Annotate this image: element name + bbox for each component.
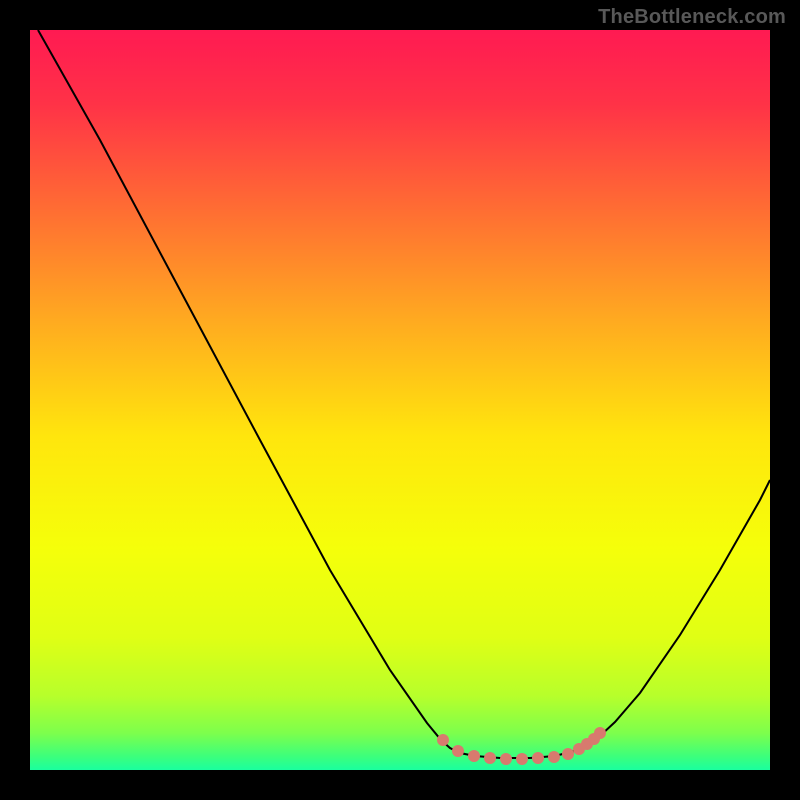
optimal-point [594,727,606,739]
optimal-point [484,752,496,764]
optimal-point [437,734,449,746]
bottleneck-chart [0,0,800,800]
optimal-point [468,750,480,762]
optimal-point [562,748,574,760]
optimal-point [548,751,560,763]
plot-background [30,30,770,770]
optimal-point [516,753,528,765]
optimal-point [452,745,464,757]
optimal-point [532,752,544,764]
optimal-point [500,753,512,765]
chart-container: TheBottleneck.com [0,0,800,800]
watermark-text: TheBottleneck.com [598,6,786,29]
